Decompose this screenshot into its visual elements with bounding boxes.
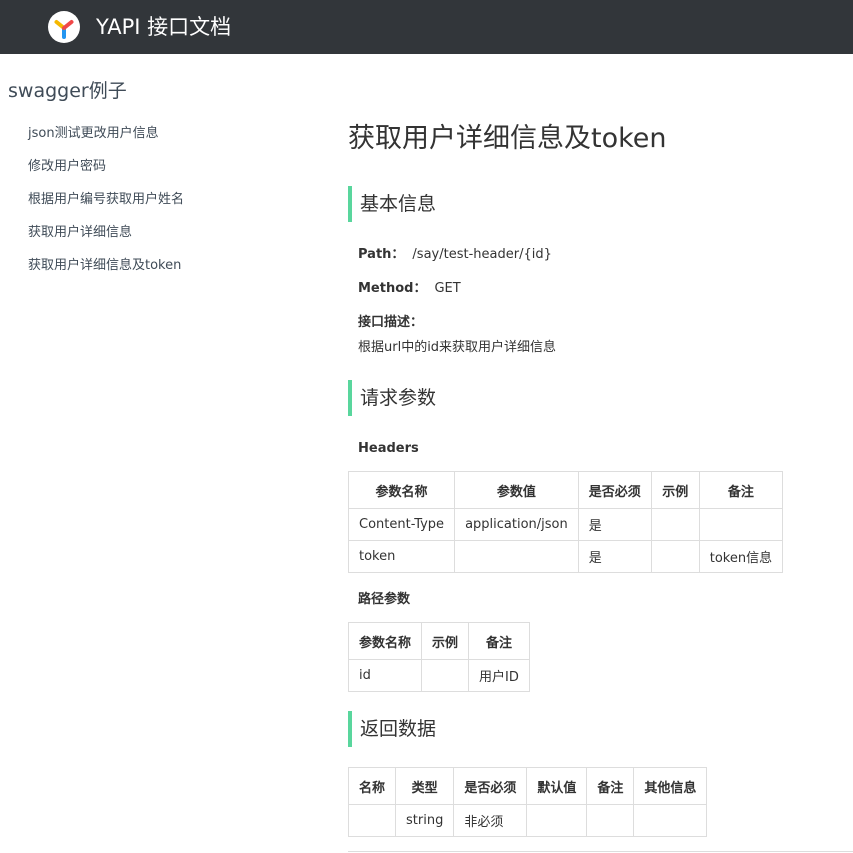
path-params-title: 路径参数 — [358, 592, 411, 607]
column-header: 名称 — [347, 767, 397, 805]
headers-title: Headers — [358, 441, 419, 456]
sidebar-item-change-password[interactable]: 修改用户密码 — [28, 157, 184, 190]
table-cell: id — [347, 659, 423, 692]
column-header: 参数值 — [454, 471, 579, 509]
table-cell: 是 — [577, 540, 652, 573]
path-value: /say/test-header/{id} — [412, 247, 552, 262]
table-row: token 是 token信息 — [347, 540, 784, 573]
sidebar-item-get-user-detail-token[interactable]: 获取用户详细信息及token — [28, 256, 184, 289]
method-value: GET — [434, 281, 461, 296]
table-cell — [586, 804, 635, 837]
path-row: Path： /say/test-header/{id} — [358, 246, 552, 264]
table-cell — [421, 659, 470, 692]
table-cell — [650, 508, 700, 541]
path-label: Path： — [358, 247, 405, 262]
column-header: 参数名称 — [347, 471, 456, 509]
method-row: Method： GET — [358, 280, 461, 298]
headers-table: 参数名称 参数值 是否必须 示例 备注 Content-Type applica… — [347, 471, 784, 573]
section-title-basic: 基本信息 — [348, 186, 436, 222]
response-table: 名称 类型 是否必须 默认值 备注 其他信息 string 非必须 — [347, 767, 708, 837]
app-title: YAPI 接口文档 — [96, 15, 232, 39]
sidebar-nav: json测试更改用户信息 修改用户密码 根据用户编号获取用户姓名 获取用户详细信… — [28, 124, 184, 289]
table-cell — [650, 540, 700, 573]
yapi-logo-icon[interactable] — [48, 11, 80, 43]
project-title: swagger例子 — [8, 80, 127, 102]
table-cell: token — [347, 540, 456, 573]
column-header: 备注 — [468, 622, 530, 660]
table-cell: token信息 — [698, 540, 784, 573]
table-row: string 非必须 — [347, 804, 708, 837]
table-cell — [347, 804, 397, 837]
path-params-table: 参数名称 示例 备注 id 用户ID — [347, 622, 530, 692]
method-label: Method： — [358, 281, 427, 296]
sidebar-item-get-user-detail[interactable]: 获取用户详细信息 — [28, 223, 184, 256]
table-header-row: 参数名称 示例 备注 — [347, 622, 530, 660]
table-row: Content-Type application/json 是 — [347, 508, 784, 541]
table-header-row: 参数名称 参数值 是否必须 示例 备注 — [347, 471, 784, 509]
column-header: 备注 — [698, 471, 784, 509]
sidebar-item-update-user-info[interactable]: json测试更改用户信息 — [28, 124, 184, 157]
table-cell: 非必须 — [453, 804, 528, 837]
column-header: 是否必须 — [577, 471, 652, 509]
section-title-request: 请求参数 — [348, 380, 436, 416]
description-label-row: 接口描述： — [358, 314, 431, 332]
table-cell — [633, 804, 708, 837]
table-cell: 是 — [577, 508, 652, 541]
column-header: 备注 — [586, 767, 635, 805]
table-cell — [698, 508, 784, 541]
column-header: 是否必须 — [453, 767, 528, 805]
page-title: 获取用户详细信息及token — [348, 123, 667, 154]
table-cell: Content-Type — [347, 508, 456, 541]
table-cell: application/json — [454, 508, 579, 541]
column-header: 默认值 — [526, 767, 588, 805]
table-header-row: 名称 类型 是否必须 默认值 备注 其他信息 — [347, 767, 708, 805]
table-cell — [454, 540, 579, 573]
column-header: 其他信息 — [633, 767, 708, 805]
table-cell: string — [395, 804, 455, 837]
description-value: 根据url中的id来获取用户详细信息 — [358, 340, 557, 355]
column-header: 参数名称 — [347, 622, 423, 660]
column-header: 示例 — [421, 622, 470, 660]
table-row: id 用户ID — [347, 659, 530, 692]
section-title-response: 返回数据 — [348, 711, 436, 747]
column-header: 示例 — [650, 471, 700, 509]
description-label: 接口描述： — [358, 315, 424, 330]
table-cell: 用户ID — [468, 659, 530, 692]
column-header: 类型 — [395, 767, 455, 805]
top-bar: YAPI 接口文档 — [0, 0, 853, 54]
table-cell — [526, 804, 588, 837]
sidebar-item-get-user-name[interactable]: 根据用户编号获取用户姓名 — [28, 190, 184, 223]
divider — [348, 851, 853, 852]
